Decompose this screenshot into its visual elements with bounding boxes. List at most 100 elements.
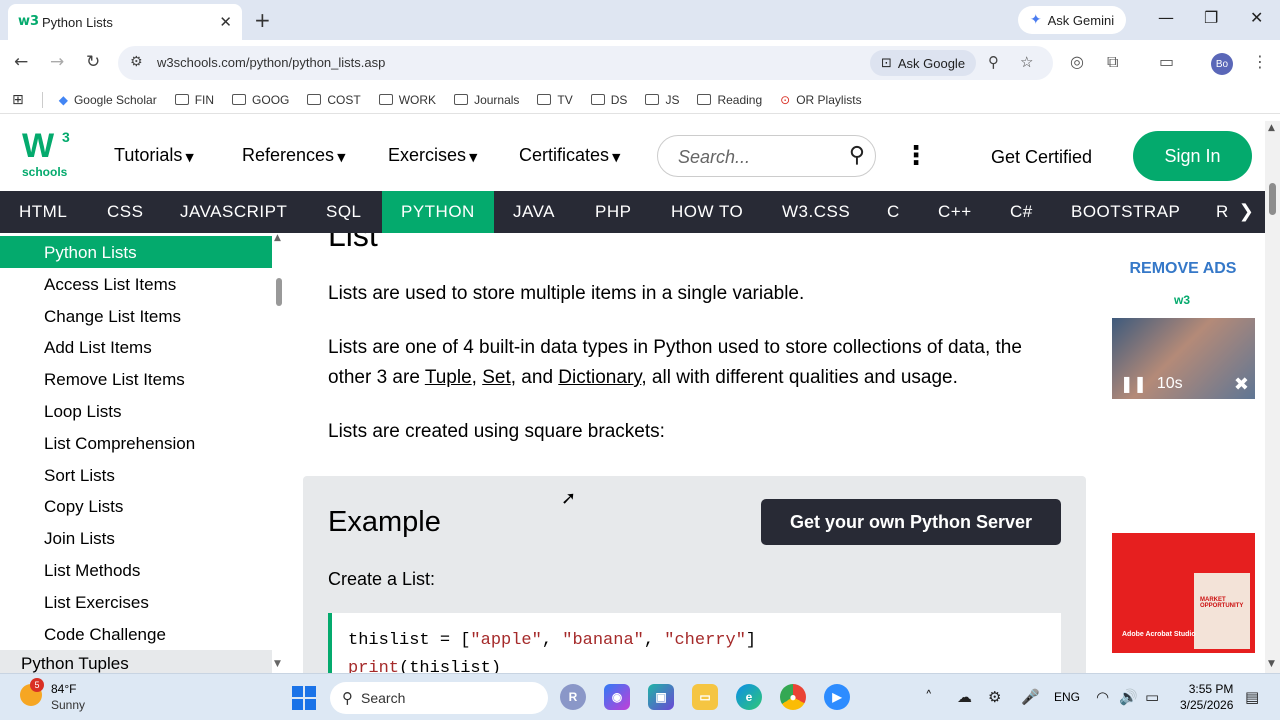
onedrive-icon[interactable]: ☁ [957, 688, 972, 706]
sidebar-item-list-comprehension[interactable]: List Comprehension [44, 434, 195, 454]
sidebar-scrollbar[interactable]: ▲ ▼ [272, 233, 286, 673]
sidebar-item-remove-list-items[interactable]: Remove List Items [44, 370, 185, 390]
nav-python[interactable]: PYTHON [382, 191, 494, 233]
sidebar-scroll-thumb[interactable] [276, 278, 282, 306]
chrome-icon[interactable]: ● [780, 684, 806, 710]
bookmark-js[interactable]: JS [645, 93, 679, 107]
close-window-icon[interactable]: ✕ [1250, 8, 1263, 27]
extensions-puzzle-icon[interactable]: ⧉ [1107, 52, 1118, 72]
file-explorer-icon[interactable]: ▭ [692, 684, 718, 710]
zoom-icon[interactable]: ⚲ [988, 53, 999, 71]
notifications-icon[interactable]: ▤ [1245, 688, 1259, 706]
sidebar-item-code-challenge[interactable]: Code Challenge [44, 625, 166, 645]
scroll-down-icon[interactable]: ▼ [274, 659, 281, 669]
microphone-icon[interactable]: 🎤 [1021, 688, 1040, 706]
sidebar-item-list-exercises[interactable]: List Exercises [44, 593, 149, 613]
tuple-link[interactable]: Tuple [425, 367, 472, 388]
pause-icon[interactable]: ❚❚ [1120, 374, 1147, 393]
scroll-up-icon[interactable]: ▲ [274, 233, 281, 243]
system-clock[interactable]: 3:55 PM 3/25/2026 [1180, 681, 1233, 713]
nav-csharp[interactable]: C# [1010, 191, 1033, 233]
nav-sql[interactable]: SQL [326, 191, 362, 233]
get-certified-link[interactable]: Get Certified [991, 147, 1092, 168]
nav-html[interactable]: HTML [19, 191, 67, 233]
edge-icon[interactable]: e [736, 684, 762, 710]
ask-gemini-button[interactable]: ✦ Ask Gemini [1018, 6, 1126, 34]
search-icon[interactable]: ⚲ [849, 143, 865, 168]
taskbar-search-input[interactable]: ⚲ Search [330, 682, 548, 714]
more-options-icon[interactable]: ⋮ [903, 141, 929, 171]
minimize-icon[interactable]: — [1158, 8, 1174, 27]
sidebar-item-copy-lists[interactable]: Copy Lists [44, 497, 123, 517]
scroll-up-icon[interactable]: ▲ [1268, 123, 1275, 133]
video-ad[interactable]: ❚❚ 10s ✖ [1112, 318, 1255, 399]
menu-tutorials[interactable]: Tutorials ▼ [114, 145, 194, 166]
ask-google-button[interactable]: ⊡ Ask Google [870, 50, 976, 76]
page-scrollbar[interactable]: ▲ ▼ [1265, 121, 1280, 673]
url-text[interactable]: w3schools.com/python/python_lists.asp [157, 55, 385, 70]
bookmark-fin[interactable]: FIN [174, 93, 214, 107]
input-language[interactable]: ENG [1054, 690, 1080, 704]
sidebar-item-access-list-items[interactable]: Access List Items [44, 275, 176, 295]
bookmark-or-playlists[interactable]: ⊙ OR Playlists [780, 93, 861, 107]
bookmark-reading[interactable]: Reading [697, 93, 762, 107]
bookmark-tv[interactable]: TV [537, 93, 573, 107]
browser-tab[interactable]: w3 Python Lists ✕ [8, 4, 242, 40]
zoom-app-icon[interactable]: ▶ [824, 684, 850, 710]
windows-start-icon[interactable] [292, 686, 316, 710]
nav-css[interactable]: CSS [107, 191, 143, 233]
reload-icon[interactable]: ↻ [86, 52, 100, 72]
apps-grid-icon[interactable]: ⊞ [12, 92, 24, 108]
mute-icon[interactable]: ✖ [1234, 374, 1249, 395]
set-link[interactable]: Set [482, 367, 511, 388]
nav-bootstrap[interactable]: BOOTSTRAP [1071, 191, 1180, 233]
sidebar-item-python-lists[interactable]: Python Lists [0, 236, 272, 268]
menu-certificates[interactable]: Certificates ▼ [519, 145, 621, 166]
sign-in-button[interactable]: Sign In [1133, 131, 1252, 181]
bookmark-goog[interactable]: GOOG [232, 93, 289, 107]
sidebar-item-loop-lists[interactable]: Loop Lists [44, 402, 122, 422]
bookmark-work[interactable]: WORK [378, 93, 436, 107]
sidebar-section-python-tuples[interactable]: Python Tuples [0, 650, 272, 673]
sidebar-item-sort-lists[interactable]: Sort Lists [44, 466, 115, 486]
new-tab-icon[interactable]: + [254, 8, 271, 32]
sidebar-item-add-list-items[interactable]: Add List Items [44, 338, 152, 358]
r-app-icon[interactable]: R [560, 684, 586, 710]
tray-overflow-icon[interactable]: ˄ [925, 688, 933, 706]
page-scroll-thumb[interactable] [1269, 183, 1276, 215]
bookmark-ds[interactable]: DS [590, 93, 627, 107]
nav-c[interactable]: C [887, 191, 900, 233]
get-python-server-button[interactable]: Get your own Python Server [761, 499, 1061, 545]
site-search-input[interactable]: Search... ⚲ [657, 135, 876, 177]
bookmark-journals[interactable]: Journals [454, 93, 519, 107]
close-tab-icon[interactable]: ✕ [219, 13, 232, 31]
scroll-down-icon[interactable]: ▼ [1268, 659, 1275, 669]
settings-gear-icon[interactable]: ⚙ [988, 688, 1001, 706]
profile-avatar[interactable]: Bo [1211, 53, 1233, 75]
w3schools-logo[interactable]: W 3 schools [22, 129, 70, 179]
back-icon[interactable]: ← [14, 52, 28, 72]
nav-javascript[interactable]: JAVASCRIPT [180, 191, 287, 233]
menu-references[interactable]: References ▼ [242, 145, 346, 166]
dictionary-link[interactable]: Dictionary [558, 367, 641, 388]
site-info-icon[interactable]: ⚙ [130, 54, 143, 70]
menu-exercises[interactable]: Exercises ▼ [388, 145, 478, 166]
remove-ads-link[interactable]: REMOVE ADS [1106, 260, 1260, 278]
restore-icon[interactable]: ❐ [1204, 8, 1218, 27]
forward-icon[interactable]: → [50, 52, 64, 72]
wifi-icon[interactable]: ◠ [1096, 688, 1109, 706]
copilot-icon[interactable]: ◉ [604, 684, 630, 710]
bookmark-cost[interactable]: COST [307, 93, 361, 107]
sidebar-item-change-list-items[interactable]: Change List Items [44, 307, 181, 327]
browser-menu-icon[interactable]: ⋮ [1252, 52, 1268, 71]
battery-icon[interactable]: ▭ [1145, 688, 1159, 706]
nav-java[interactable]: JAVA [513, 191, 555, 233]
address-bar[interactable]: ⚙ w3schools.com/python/python_lists.asp … [118, 46, 1053, 80]
volume-icon[interactable]: 🔊 [1119, 688, 1138, 706]
m365-icon[interactable]: ▣ [648, 684, 674, 710]
sidebar-item-join-lists[interactable]: Join Lists [44, 529, 115, 549]
nav-cpp[interactable]: C++ [938, 191, 972, 233]
sidebar-item-list-methods[interactable]: List Methods [44, 561, 140, 581]
nav-scroll-right-icon[interactable]: ❯ [1228, 191, 1265, 233]
nav-php[interactable]: PHP [595, 191, 631, 233]
